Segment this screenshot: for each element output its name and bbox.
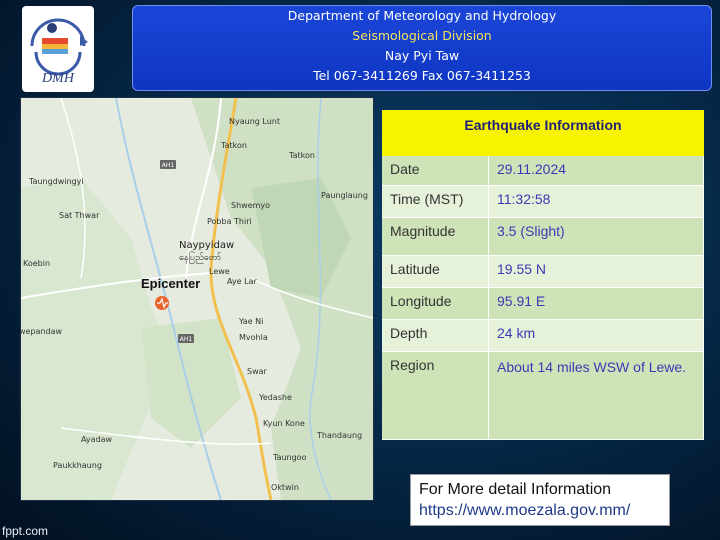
place-label: wepandaw	[21, 327, 62, 336]
place-label: Swar	[247, 367, 268, 376]
header-banner: Department of Meteorology and Hydrology …	[132, 5, 712, 91]
road-shield: AH1	[162, 162, 175, 169]
info-row-date: Date 29.11.2024	[382, 156, 704, 186]
place-label: Lewe	[209, 267, 230, 276]
place-label: Yae Ni	[238, 317, 263, 326]
info-key: Longitude	[382, 288, 489, 320]
logo-text: DMH	[41, 71, 75, 86]
dmh-logo: DMH	[22, 6, 94, 92]
info-value: 95.91 E	[489, 288, 704, 320]
info-key: Date	[382, 156, 489, 186]
info-title: Earthquake Information	[382, 110, 704, 156]
info-key: Depth	[382, 320, 489, 352]
contact-info: Tel 067-3411269 Fax 067-3411253	[313, 68, 531, 83]
place-label: Sat Thwar	[59, 211, 100, 220]
info-row-longitude: Longitude 95.91 E	[382, 288, 704, 320]
info-value: 3.5 (Slight)	[489, 218, 704, 256]
info-value: About 14 miles WSW of Lewe.	[489, 352, 704, 440]
epicenter-map[interactable]: AH1 AH1 Nyaung Lunt Tatkon Shwemyo Tatko…	[20, 97, 374, 501]
place-label: Mvohla	[239, 333, 268, 342]
place-label: Oktwin	[271, 483, 299, 492]
place-label: Pobba Thiri	[207, 217, 252, 226]
info-key: Time (MST)	[382, 186, 489, 218]
info-row-depth: Depth 24 km	[382, 320, 704, 352]
department-name: Department of Meteorology and Hydrology	[287, 8, 557, 23]
info-value: 19.55 N	[489, 256, 704, 288]
division-name: Seismological Division	[352, 28, 492, 43]
info-value: 11:32:58	[489, 186, 704, 218]
place-label: Yedashe	[258, 393, 292, 402]
epicenter-label: Epicenter	[141, 276, 200, 291]
info-value: 29.11.2024	[489, 156, 704, 186]
info-row-time: Time (MST) 11:32:58	[382, 186, 704, 218]
place-label: Tatkon	[220, 141, 247, 150]
place-label: Nyaung Lunt	[229, 117, 280, 126]
place-label: Tatkon	[288, 151, 315, 160]
place-label: Thandaung	[316, 431, 362, 440]
place-label: Koebin	[23, 259, 50, 268]
info-key: Magnitude	[382, 218, 489, 256]
road-shield: AH1	[180, 336, 193, 343]
info-key: Region	[382, 352, 489, 440]
place-label: Shwemyo	[231, 201, 270, 210]
info-value: 24 km	[489, 320, 704, 352]
info-row-region: Region About 14 miles WSW of Lewe.	[382, 352, 704, 440]
place-label: Taungoo	[272, 453, 307, 462]
info-row-latitude: Latitude 19.55 N	[382, 256, 704, 288]
more-info-box: For More detail Information https://www.…	[410, 474, 670, 526]
city-name: Nay Pyi Taw	[384, 48, 460, 63]
place-label: Paunglaung	[321, 191, 368, 200]
info-key: Latitude	[382, 256, 489, 288]
place-label: နေပြည်တော်	[179, 251, 222, 264]
place-label: Ayadaw	[81, 435, 113, 444]
place-label: Naypyidaw	[179, 240, 234, 251]
moezala-link[interactable]: https://www.moezala.gov.mm/	[419, 502, 630, 520]
watermark: fppt.com	[2, 524, 49, 538]
info-row-magnitude: Magnitude 3.5 (Slight)	[382, 218, 704, 256]
place-label: Paukkhaung	[53, 461, 102, 470]
place-label: Aye Lar	[227, 277, 257, 286]
more-info-label: For More detail Information	[419, 481, 612, 498]
place-label: Taungdwingyi	[28, 177, 84, 186]
place-label: Kyun Kone	[263, 419, 305, 428]
